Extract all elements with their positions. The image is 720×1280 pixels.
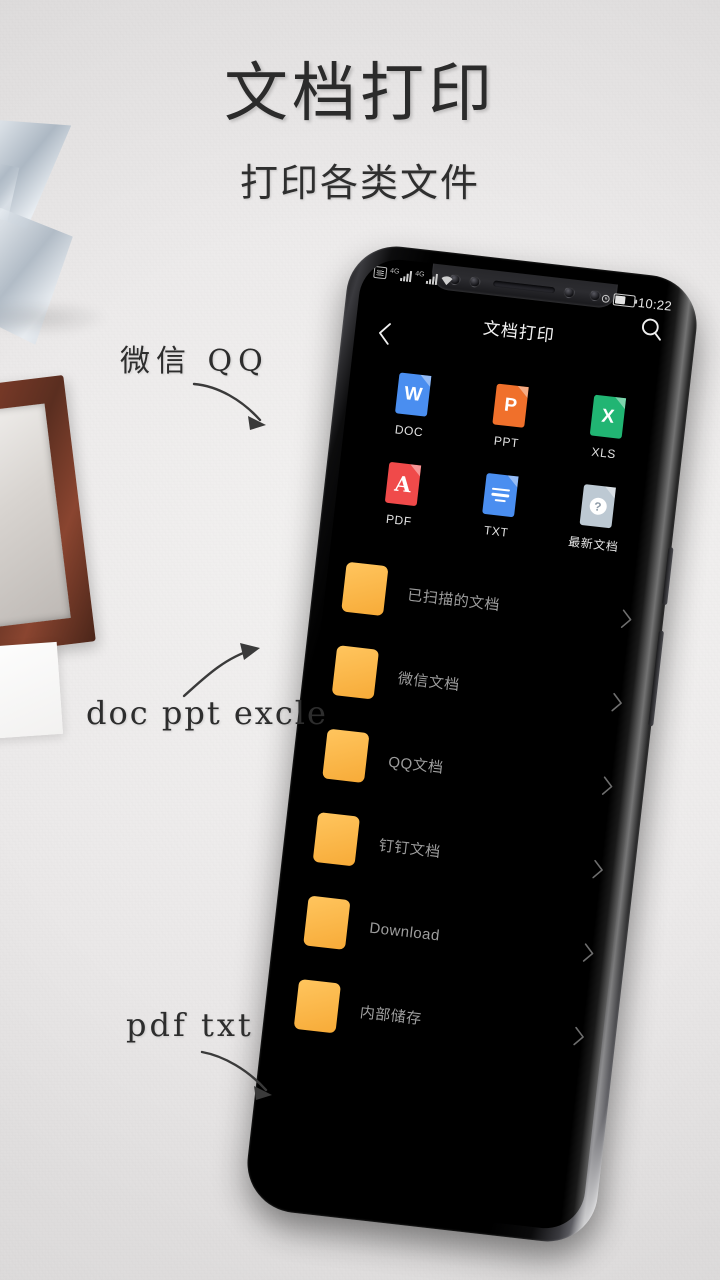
xls-file-glyph: X bbox=[600, 405, 616, 428]
grid-item-label: PPT bbox=[493, 433, 520, 451]
grid-item-label: TXT bbox=[483, 523, 510, 540]
grid-item-pdf[interactable]: A PDF bbox=[349, 458, 454, 536]
crystal-prop-shadow bbox=[0, 300, 110, 336]
annotation-pdf-txt: pdf txt bbox=[126, 1006, 254, 1044]
folder-list: 已扫描的文档 微信文档 QQ文档 钉钉文档 Download 内部储存 bbox=[274, 543, 655, 1081]
ppt-file-icon: P bbox=[492, 383, 529, 428]
chevron-right-icon bbox=[620, 609, 632, 628]
grid-item-xls[interactable]: X XLS bbox=[554, 391, 659, 466]
sim-card-icon bbox=[373, 265, 388, 280]
curved-arrow-icon bbox=[192, 382, 266, 430]
signal-bars-icon bbox=[400, 269, 413, 282]
xls-file-icon: X bbox=[589, 394, 627, 439]
signal-2-label: 4G bbox=[414, 270, 425, 279]
annotation-wechat-qq: 微信 QQ bbox=[120, 344, 269, 379]
battery-icon bbox=[612, 293, 636, 308]
folder-icon bbox=[341, 561, 389, 617]
alarm-icon bbox=[601, 294, 610, 303]
grid-item-doc[interactable]: W DOC bbox=[360, 369, 465, 444]
grid-item-recent[interactable]: ? 最新文档 bbox=[544, 480, 649, 558]
chevron-right-icon bbox=[592, 859, 603, 878]
poster-headline-block: 文档打印 打印各类文件 bbox=[0, 62, 720, 207]
paper-sheet-prop-icon bbox=[0, 641, 64, 743]
folder-icon bbox=[312, 812, 361, 867]
pdf-file-glyph: A bbox=[393, 470, 413, 498]
folder-icon bbox=[331, 645, 380, 700]
status-bar-time: 10:22 bbox=[637, 294, 673, 314]
ppt-file-glyph: P bbox=[503, 394, 519, 417]
grid-item-txt[interactable]: TXT bbox=[446, 469, 551, 547]
list-item-label: QQ文档 bbox=[387, 753, 445, 777]
doc-file-glyph: W bbox=[403, 382, 424, 406]
list-item-label: 钉钉文档 bbox=[377, 836, 442, 861]
list-item-label: Download bbox=[368, 919, 441, 945]
grid-item-label: PDF bbox=[385, 511, 413, 529]
list-item-label: 内部储存 bbox=[358, 1003, 423, 1028]
signal-1-label: 4G bbox=[389, 267, 400, 276]
folder-icon bbox=[322, 728, 370, 784]
chevron-right-icon bbox=[611, 692, 622, 711]
chevron-right-icon bbox=[582, 942, 594, 962]
grid-item-label: 最新文档 bbox=[567, 534, 620, 555]
chevron-right-icon bbox=[573, 1026, 584, 1045]
list-item-label: 已扫描的文档 bbox=[406, 586, 501, 614]
poster-canvas: 文档打印 打印各类文件 微信 QQ doc ppt excle pdf txt bbox=[0, 0, 720, 1280]
folder-icon bbox=[303, 895, 351, 950]
grid-item-ppt[interactable]: P PPT bbox=[457, 380, 562, 455]
list-item-label: 微信文档 bbox=[397, 669, 461, 694]
pdf-file-icon: A bbox=[384, 461, 422, 507]
file-type-grid: W DOC P PPT X XLS A PDF TXT ? 最新文档 bbox=[333, 353, 677, 564]
page-subtitle: 打印各类文件 bbox=[239, 161, 480, 205]
recent-file-glyph: ? bbox=[588, 496, 608, 516]
recent-file-icon: ? bbox=[579, 484, 616, 529]
folder-icon bbox=[293, 978, 342, 1034]
page-title: 文档打印 bbox=[224, 57, 496, 131]
signal-bars-icon bbox=[425, 272, 438, 285]
curved-arrow-icon bbox=[182, 643, 260, 698]
grid-item-label: XLS bbox=[590, 444, 617, 462]
grid-item-label: DOC bbox=[394, 422, 424, 440]
chevron-right-icon bbox=[601, 775, 613, 795]
doc-file-icon: W bbox=[394, 372, 432, 417]
wifi-icon bbox=[441, 275, 453, 285]
curved-arrow-icon bbox=[200, 1050, 272, 1100]
txt-file-icon bbox=[482, 472, 519, 518]
